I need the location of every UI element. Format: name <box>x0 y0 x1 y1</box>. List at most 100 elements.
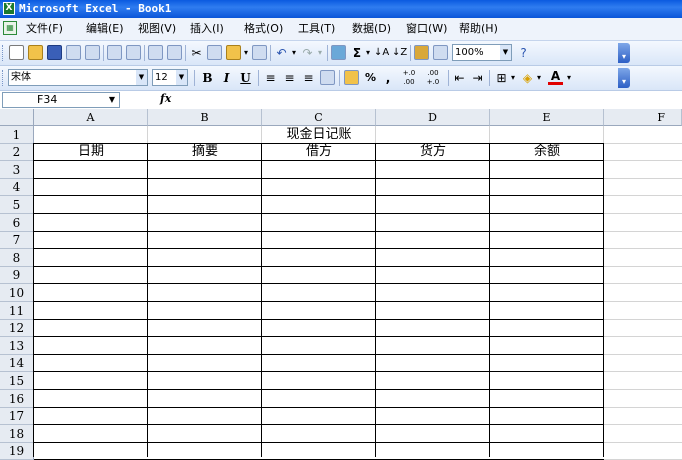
row-header-7[interactable]: 7 <box>0 232 34 249</box>
column-header-c[interactable]: C <box>262 109 376 126</box>
row-header-13[interactable]: 13 <box>0 337 34 355</box>
workbook-icon[interactable]: ▦ <box>3 21 17 35</box>
header-cell-credit[interactable]: 货方 <box>376 143 490 161</box>
sort-descending-icon[interactable]: ↓Z <box>392 44 407 62</box>
sheet-title-cell[interactable]: 现金日记账 <box>262 126 376 143</box>
font-color-dropdown-icon[interactable]: ▾ <box>565 69 573 87</box>
menu-help[interactable]: 帮助(H) <box>459 21 498 37</box>
column-header-a[interactable]: A <box>34 109 148 126</box>
font-size-dropdown-icon[interactable]: ▼ <box>176 70 187 85</box>
row-header-19[interactable]: 19 <box>0 443 34 460</box>
select-all-button[interactable] <box>0 109 34 126</box>
italic-button[interactable]: I <box>219 69 234 87</box>
fill-color-icon[interactable]: ◈ <box>520 69 535 87</box>
row-header-9[interactable]: 9 <box>0 267 34 284</box>
spelling-icon[interactable] <box>148 45 163 60</box>
new-icon[interactable] <box>9 45 24 60</box>
header-cell-summary[interactable]: 摘要 <box>148 143 262 161</box>
permission-icon[interactable] <box>66 45 81 60</box>
row-header-1[interactable]: 1 <box>0 126 34 144</box>
name-box[interactable]: F34 ▼ <box>2 92 120 108</box>
header-cell-date[interactable]: 日期 <box>34 143 148 161</box>
print-preview-icon[interactable] <box>126 45 141 60</box>
research-icon[interactable] <box>167 45 182 60</box>
menu-window[interactable]: 窗口(W) <box>406 21 447 37</box>
align-left-icon[interactable]: ≡ <box>263 69 278 87</box>
toolbar-options-icon[interactable]: ▾ <box>618 43 630 63</box>
currency-icon[interactable] <box>344 70 359 85</box>
email-icon[interactable] <box>85 45 100 60</box>
menu-data[interactable]: 数据(D) <box>352 21 391 37</box>
row-header-10[interactable]: 10 <box>0 284 34 302</box>
increase-indent-icon[interactable]: ⇥ <box>470 69 485 87</box>
decrease-decimal-button[interactable]: .00 +.0 <box>422 69 444 87</box>
increase-decimal-button[interactable]: +.0 .00 <box>398 69 420 87</box>
row-header-2[interactable]: 2 <box>0 144 34 161</box>
open-icon[interactable] <box>28 45 43 60</box>
percent-button[interactable]: % <box>363 69 378 87</box>
hyperlink-icon[interactable] <box>331 45 346 60</box>
row-header-6[interactable]: 6 <box>0 214 34 232</box>
row-header-17[interactable]: 17 <box>0 408 34 425</box>
autosum-dropdown-icon[interactable]: ▾ <box>364 44 372 62</box>
row-header-15[interactable]: 15 <box>0 372 34 390</box>
fill-color-dropdown-icon[interactable]: ▾ <box>535 69 543 87</box>
worksheet-grid[interactable]: A B C D E F 1 2 3 4 5 6 7 8 9 10 11 12 13 14 15 16 17 18 1… <box>0 109 682 460</box>
row-header-4[interactable]: 4 <box>0 179 34 196</box>
drawing-icon[interactable] <box>433 45 448 60</box>
autosum-icon[interactable]: Σ <box>350 44 364 62</box>
borders-dropdown-icon[interactable]: ▾ <box>509 69 517 87</box>
row-header-16[interactable]: 16 <box>0 390 34 408</box>
menu-insert[interactable]: 插入(I) <box>190 21 224 37</box>
format-painter-icon[interactable] <box>252 45 267 60</box>
header-cell-balance[interactable]: 余额 <box>490 143 604 161</box>
column-header-b[interactable]: B <box>148 109 262 126</box>
row-header-14[interactable]: 14 <box>0 355 34 372</box>
insert-function-icon[interactable]: fx <box>160 92 171 105</box>
row-header-3[interactable]: 3 <box>0 161 34 179</box>
excel-app-icon[interactable]: X <box>3 2 15 15</box>
row-header-5[interactable]: 5 <box>0 196 34 214</box>
toolbar-options-icon[interactable]: ▾ <box>618 68 630 88</box>
font-color-icon[interactable]: A <box>548 69 563 85</box>
copy-icon[interactable] <box>207 45 222 60</box>
merge-center-icon[interactable] <box>320 70 335 85</box>
paste-icon[interactable] <box>226 45 241 60</box>
chart-wizard-icon[interactable] <box>414 45 429 60</box>
row-header-18[interactable]: 18 <box>0 425 34 443</box>
toolbar-grip[interactable] <box>2 45 6 61</box>
row-header-11[interactable]: 11 <box>0 302 34 320</box>
font-name-dropdown-icon[interactable]: ▼ <box>136 70 147 85</box>
redo-dropdown-icon[interactable]: ▾ <box>316 44 324 62</box>
align-center-icon[interactable]: ≡ <box>282 69 297 87</box>
decrease-indent-icon[interactable]: ⇤ <box>452 69 467 87</box>
sort-ascending-icon[interactable]: ↓A <box>374 44 389 62</box>
column-header-e[interactable]: E <box>490 109 604 126</box>
column-header-f[interactable]: F <box>604 109 682 126</box>
paste-dropdown-icon[interactable]: ▾ <box>242 44 250 62</box>
menu-edit[interactable]: 编辑(E) <box>86 21 124 37</box>
cut-icon[interactable]: ✂ <box>189 44 204 62</box>
menu-file[interactable]: 文件(F) <box>26 21 63 37</box>
borders-icon[interactable]: ⊞ <box>494 69 509 87</box>
redo-icon[interactable]: ↷ <box>300 44 315 62</box>
zoom-dropdown-icon[interactable]: ▼ <box>500 45 511 60</box>
save-icon[interactable] <box>47 45 62 60</box>
bold-button[interactable]: B <box>200 69 215 87</box>
menu-tools[interactable]: 工具(T) <box>298 21 335 37</box>
align-right-icon[interactable]: ≡ <box>301 69 316 87</box>
comma-button[interactable]: , <box>382 69 394 87</box>
toolbar-grip[interactable] <box>2 70 6 86</box>
name-box-dropdown-icon[interactable]: ▼ <box>105 93 119 107</box>
header-cell-debit[interactable]: 借方 <box>262 143 376 161</box>
help-icon[interactable]: ? <box>516 44 531 62</box>
undo-dropdown-icon[interactable]: ▾ <box>290 44 298 62</box>
underline-button[interactable]: U <box>238 69 253 87</box>
print-icon[interactable] <box>107 45 122 60</box>
font-name-select[interactable]: 宋体 ▼ <box>8 69 148 86</box>
menu-format[interactable]: 格式(O) <box>244 21 283 37</box>
row-header-8[interactable]: 8 <box>0 249 34 267</box>
font-size-select[interactable]: 12 ▼ <box>152 69 188 86</box>
column-header-d[interactable]: D <box>376 109 490 126</box>
undo-icon[interactable]: ↶ <box>274 44 289 62</box>
